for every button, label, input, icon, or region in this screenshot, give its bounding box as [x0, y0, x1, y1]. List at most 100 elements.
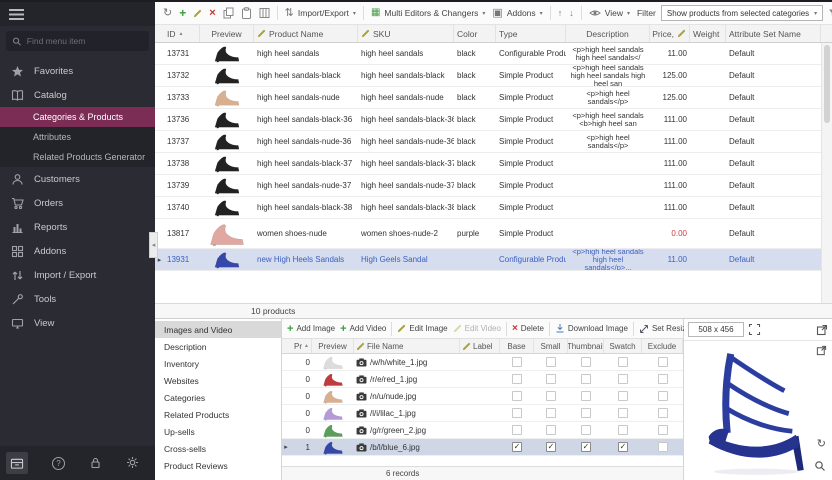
column-header-type[interactable]: Type: [496, 25, 566, 42]
help-icon[interactable]: ?: [52, 457, 65, 470]
cell-price[interactable]: 125.00: [650, 87, 690, 108]
cell-price[interactable]: 111.00: [650, 197, 690, 218]
image-row[interactable]: ▸ 0 /n/u/nude.jpg: [282, 388, 683, 405]
filter-select[interactable]: Show products from selected categories▾: [661, 5, 823, 21]
table-row[interactable]: ▸ 13731 high heel sandals high heel sand…: [155, 43, 821, 65]
image-row[interactable]: ▸ 1 /b/l/blue_6.jpg: [282, 439, 683, 456]
fit-to-screen-icon[interactable]: [748, 323, 761, 336]
cell-label[interactable]: [460, 371, 500, 387]
cell-product-name[interactable]: high heel sandals: [254, 43, 358, 64]
base-checkbox[interactable]: [512, 357, 522, 367]
column-header-product-name[interactable]: Product Name: [254, 25, 358, 42]
column-header-sku[interactable]: SKU: [358, 25, 454, 42]
search-input[interactable]: [27, 36, 143, 46]
cell-sku[interactable]: high heel sandals: [358, 43, 454, 64]
table-row[interactable]: ▸ 13739 high heel sandals-nude-37 high h…: [155, 175, 821, 197]
image-row[interactable]: ▸ 0 /g/r/green_2.jpg: [282, 422, 683, 439]
cell-label[interactable]: [460, 439, 500, 455]
sidebar-item-catalog[interactable]: Catalog: [0, 83, 155, 107]
cell-sku[interactable]: high heel sandals-nude-37: [358, 175, 454, 196]
vertical-scrollbar[interactable]: [821, 43, 832, 303]
cell-price[interactable]: 11.00: [650, 249, 690, 270]
cell-label[interactable]: [460, 405, 500, 421]
add-video-button[interactable]: +Add Video: [340, 323, 386, 335]
cell-price[interactable]: 125.00: [650, 65, 690, 86]
cell-price[interactable]: 111.00: [650, 131, 690, 152]
cell-product-name[interactable]: high heel sandals-nude: [254, 87, 358, 108]
column-header-weight[interactable]: Weight: [690, 25, 726, 42]
column-header-exclude[interactable]: Exclude: [642, 339, 683, 353]
sidebar-item-tools[interactable]: Tools: [0, 287, 155, 311]
sidebar-item-attributes[interactable]: Attributes: [0, 127, 155, 147]
base-checkbox[interactable]: [512, 391, 522, 401]
preview-image-area[interactable]: ↻: [684, 341, 832, 480]
column-header-attribute-set[interactable]: Attribute Set Name: [726, 25, 821, 42]
cell-price[interactable]: 111.00: [650, 175, 690, 196]
column-header-label[interactable]: Label: [460, 339, 500, 353]
thumbnail-checkbox[interactable]: [581, 442, 591, 452]
add-image-button[interactable]: +Add Image: [287, 323, 335, 335]
thumbnail-checkbox[interactable]: [581, 408, 591, 418]
cell-price[interactable]: 0.00: [650, 219, 690, 248]
cell-product-name[interactable]: high heel sandals-nude-37: [254, 175, 358, 196]
cell-sku[interactable]: high heel sandals-nude-36: [358, 131, 454, 152]
thumbnail-checkbox[interactable]: [581, 374, 591, 384]
detail-tab[interactable]: Description: [155, 338, 281, 355]
lock-icon[interactable]: [89, 456, 102, 471]
cell-sku[interactable]: high heel sandals-black: [358, 65, 454, 86]
sort-asc-icon[interactable]: ↑: [558, 9, 563, 18]
small-checkbox[interactable]: [546, 408, 556, 418]
sidebar-item-favorites[interactable]: Favorites: [0, 59, 155, 83]
detail-tab[interactable]: Categories: [155, 389, 281, 406]
table-row[interactable]: ▸ 13737 high heel sandals-nude-36 high h…: [155, 131, 821, 153]
cell-file-name[interactable]: /r/e/red_1.jpg: [354, 371, 460, 387]
cell-file-name[interactable]: /b/l/blue_6.jpg: [354, 439, 460, 455]
detail-tab[interactable]: Inventory: [155, 355, 281, 372]
cell-product-name[interactable]: high heel sandals-black-36: [254, 109, 358, 130]
column-header-position[interactable]: Pr▲: [290, 339, 312, 353]
cell-file-name[interactable]: /g/r/green_2.jpg: [354, 422, 460, 438]
scrollbar-thumb[interactable]: [824, 45, 830, 123]
exclude-checkbox[interactable]: [658, 391, 668, 401]
base-checkbox[interactable]: [512, 374, 522, 384]
columns-icon[interactable]: [259, 7, 270, 19]
cell-file-name[interactable]: /w/h/white_1.jpg: [354, 354, 460, 370]
cell-price[interactable]: 11.00: [650, 43, 690, 64]
table-row[interactable]: ▸ 13931 new High Heels Sandals High Geel…: [155, 249, 821, 271]
sidebar-item-view[interactable]: View: [0, 311, 155, 335]
hamburger-menu-icon[interactable]: [9, 9, 24, 20]
cell-product-name[interactable]: high heel sandals-black-37: [254, 153, 358, 174]
image-row[interactable]: ▸ 0 /w/h/white_1.jpg: [282, 354, 683, 371]
column-header-swatch[interactable]: Swatch: [604, 339, 642, 353]
swatch-checkbox[interactable]: [618, 374, 628, 384]
import-export-button[interactable]: ⇅ Import/Export▾: [285, 8, 356, 19]
cell-file-name[interactable]: /n/u/nude.jpg: [354, 388, 460, 404]
base-checkbox[interactable]: [512, 425, 522, 435]
cell-price[interactable]: 111.00: [650, 109, 690, 130]
delete-product-icon[interactable]: ×: [209, 8, 215, 19]
sidebar-item-categories-products[interactable]: Categories & Products: [0, 107, 155, 127]
cell-sku[interactable]: women shoes-nude-2: [358, 219, 454, 248]
edit-product-icon[interactable]: [193, 9, 202, 18]
column-header-small[interactable]: Small: [534, 339, 568, 353]
detail-tab[interactable]: Product Reviews: [155, 457, 281, 474]
swatch-checkbox[interactable]: [618, 357, 628, 367]
cell-product-name[interactable]: high heel sandals-black: [254, 65, 358, 86]
exclude-checkbox[interactable]: [658, 374, 668, 384]
column-header-id[interactable]: ID▲: [164, 25, 200, 42]
detail-tab[interactable]: Up-sells: [155, 423, 281, 440]
cell-product-name[interactable]: new High Heels Sandals: [254, 249, 358, 270]
base-checkbox[interactable]: [512, 442, 522, 452]
edit-image-button[interactable]: Edit Image: [397, 324, 447, 333]
table-row[interactable]: ▸ 13738 high heel sandals-black-37 high …: [155, 153, 821, 175]
small-checkbox[interactable]: [546, 357, 556, 367]
sidebar-item-reports[interactable]: Reports: [0, 215, 155, 239]
paste-icon[interactable]: [241, 7, 252, 19]
cell-product-name[interactable]: high heel sandals-black-38: [254, 197, 358, 218]
exclude-checkbox[interactable]: [658, 357, 668, 367]
image-row[interactable]: ▸ 0 /r/e/red_1.jpg: [282, 371, 683, 388]
small-checkbox[interactable]: [546, 442, 556, 452]
sort-desc-icon[interactable]: ↓: [569, 9, 574, 18]
small-checkbox[interactable]: [546, 374, 556, 384]
swatch-checkbox[interactable]: [618, 442, 628, 452]
